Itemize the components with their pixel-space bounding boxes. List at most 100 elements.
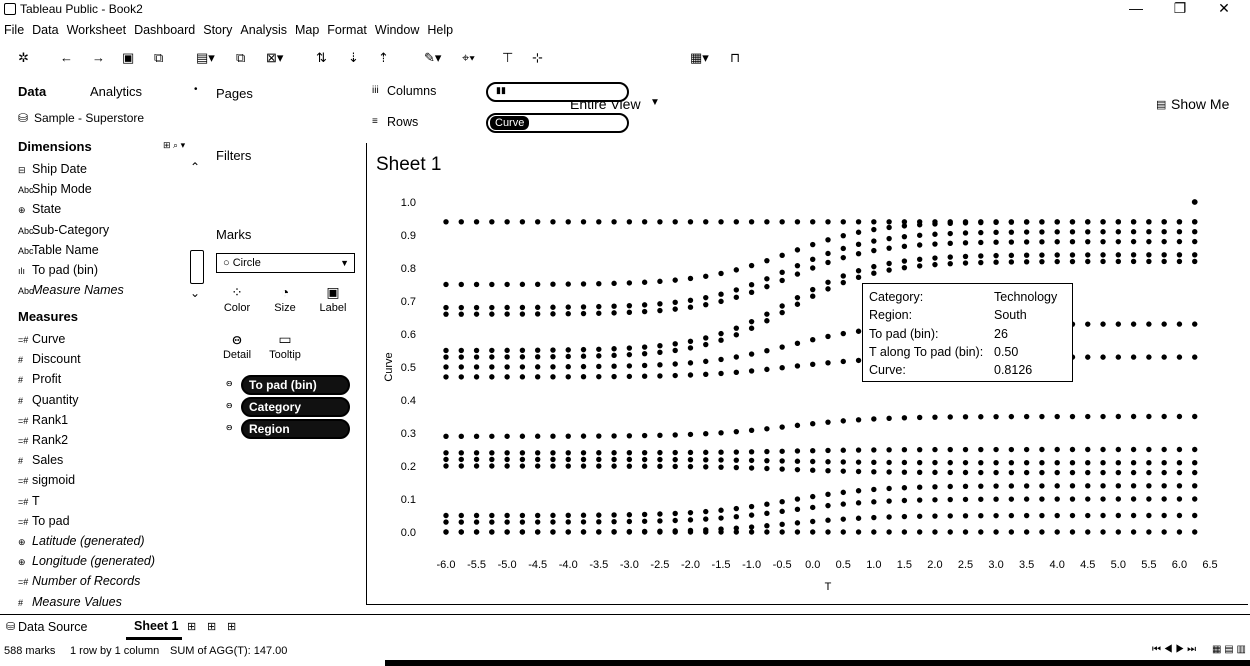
- scatter-point: [626, 351, 633, 358]
- field-profit[interactable]: # Profit: [18, 370, 61, 388]
- scatter-chart[interactable]: 0.0 0.1 0.2 0.3 0.4 0.5 0.6 0.7 0.8 0.9 1.0 -6.0 -5.…: [366, 180, 1246, 600]
- menu-analysis[interactable]: Analysis: [236, 22, 291, 40]
- field-rank2[interactable]: =# Rank2: [18, 431, 68, 449]
- scatter-point: [794, 458, 801, 464]
- chevron-down-icon[interactable]: ⌄: [190, 286, 200, 300]
- color-button[interactable]: ⁘ Color: [217, 284, 257, 314]
- clear-sheet-icon[interactable]: ⊠▾: [266, 50, 283, 66]
- columns-pill[interactable]: ▮▮: [486, 82, 629, 102]
- field-rank1[interactable]: =# Rank1: [18, 411, 68, 429]
- restore-button[interactable]: ❐: [1162, 0, 1198, 18]
- menu-help[interactable]: Help: [423, 22, 457, 40]
- scatter-point: [550, 353, 556, 360]
- scatter-point: [565, 304, 571, 310]
- detail-button[interactable]: ꙫ Detail: [217, 331, 257, 361]
- rows-pill[interactable]: Curve: [486, 113, 629, 133]
- field-discount[interactable]: # Discount: [18, 350, 81, 368]
- minimize-button[interactable]: —: [1118, 0, 1154, 18]
- field-ship-date[interactable]: ⊟ Ship Date: [18, 160, 87, 178]
- field-sales[interactable]: # Sales: [18, 451, 63, 469]
- sheet-navigation-icon[interactable]: ⏮ ◀ ▶ ⏭: [1152, 644, 1196, 655]
- scatter-point: [611, 363, 617, 369]
- duplicate-icon[interactable]: ⧉: [236, 50, 245, 66]
- tab-data-source[interactable]: Data Source: [18, 620, 87, 634]
- pane-menu-icon[interactable]: •: [194, 84, 198, 95]
- scatter-point: [855, 274, 862, 281]
- sort-desc-icon[interactable]: ⇡: [378, 50, 389, 66]
- scatter-point: [473, 354, 480, 360]
- new-worksheet-icon[interactable]: ⊞: [187, 620, 196, 633]
- sort-asc-icon[interactable]: ⇣: [348, 50, 359, 66]
- field-quantity[interactable]: # Quantity: [18, 391, 79, 409]
- new-datasource-icon[interactable]: ⧉: [154, 50, 163, 66]
- scatter-point: [871, 486, 877, 493]
- marks-pill-region[interactable]: Region: [241, 419, 350, 439]
- menu-dashboard[interactable]: Dashboard: [130, 22, 199, 40]
- scatter-point: [580, 363, 587, 370]
- label-button[interactable]: ▣ Label: [313, 284, 353, 314]
- scatter-point: [825, 360, 831, 366]
- scatter-point: [703, 529, 709, 535]
- mark-type-dropdown[interactable]: ○ Circle ▼: [216, 253, 355, 273]
- field-ship-mode[interactable]: AbcShip Mode: [18, 180, 92, 198]
- scrollbar-thumb[interactable]: [190, 250, 204, 284]
- tab-analytics[interactable]: Analytics: [90, 84, 142, 99]
- group-icon[interactable]: ⌖▾: [462, 50, 475, 66]
- redo-icon[interactable]: →: [92, 50, 105, 66]
- menu-map[interactable]: Map: [291, 22, 323, 40]
- scatter-point: [550, 281, 556, 287]
- field-to-pad-bin[interactable]: ılı To pad (bin): [18, 261, 98, 279]
- undo-icon[interactable]: ←: [60, 50, 73, 66]
- size-button[interactable]: ◔ Size: [265, 284, 305, 314]
- x-tick-label: -2.0: [681, 559, 700, 571]
- save-icon[interactable]: ▣: [122, 50, 134, 66]
- marks-pill-category[interactable]: Category: [241, 397, 350, 417]
- menu-format[interactable]: Format: [323, 22, 371, 40]
- field-latitude-generated[interactable]: ⊕ Latitude (generated): [18, 532, 145, 550]
- tab-sheet-1[interactable]: Sheet 1: [134, 619, 178, 633]
- scatter-point: [1161, 459, 1167, 466]
- menu-data[interactable]: Data: [28, 22, 62, 40]
- scatter-point: [1192, 413, 1198, 420]
- field-to-pad[interactable]: =# To pad: [18, 512, 70, 530]
- field-table-name[interactable]: AbcTable Name: [18, 241, 99, 259]
- presentation-icon[interactable]: ⊓: [730, 50, 740, 66]
- view-toggle-icon[interactable]: ▦ ▤ ▥: [1212, 644, 1246, 655]
- dimensions-tools-icon[interactable]: ⊞ ⌕ ▾: [163, 140, 185, 151]
- chevron-up-icon[interactable]: ⌃: [190, 160, 200, 174]
- field-sigmoid[interactable]: =# sigmoid: [18, 471, 75, 489]
- tooltip-button[interactable]: ▭ Tooltip: [265, 331, 305, 361]
- field-measure-names[interactable]: AbcMeasure Names: [18, 281, 124, 299]
- new-worksheet-icon[interactable]: ▤▾: [196, 50, 215, 66]
- show-cards-icon[interactable]: ▦▾: [690, 50, 709, 66]
- close-button[interactable]: ✕: [1206, 0, 1242, 18]
- highlight-icon[interactable]: ✎▾: [424, 50, 441, 66]
- new-dashboard-icon[interactable]: ⊞: [207, 620, 216, 633]
- field-measure-values[interactable]: # Measure Values: [18, 593, 122, 611]
- show-me-button[interactable]: Show Me: [1171, 96, 1229, 112]
- field-number-of-records[interactable]: =# Number of Records: [18, 572, 140, 590]
- datasource-name[interactable]: Sample - Superstore: [34, 111, 144, 125]
- labels-icon[interactable]: ⊤: [502, 50, 513, 66]
- chevron-down-icon: ▼: [340, 258, 349, 268]
- field-longitude-generated[interactable]: ⊕ Longitude (generated): [18, 552, 155, 570]
- marks-pill-to-pad-bin[interactable]: To pad (bin): [241, 375, 350, 395]
- chevron-down-icon[interactable]: ▼: [650, 97, 660, 108]
- field-t[interactable]: =# T: [18, 492, 40, 510]
- menu-story[interactable]: Story: [199, 22, 236, 40]
- new-story-icon[interactable]: ⊞: [227, 620, 236, 633]
- tableau-logo-icon[interactable]: ✲: [18, 50, 29, 66]
- field-curve[interactable]: =# Curve: [18, 330, 65, 348]
- scatter-point: [703, 464, 709, 470]
- menu-worksheet[interactable]: Worksheet: [63, 22, 131, 40]
- show-me-icon[interactable]: ▤: [1156, 98, 1166, 111]
- menu-window[interactable]: Window: [371, 22, 423, 40]
- scatter-point: [1008, 219, 1015, 225]
- field-sub-category[interactable]: AbcSub-Category: [18, 221, 109, 239]
- scatter-point: [550, 311, 556, 317]
- fix-axes-icon[interactable]: ⊹: [532, 50, 543, 66]
- field-state[interactable]: ⊕ State: [18, 200, 61, 218]
- swap-icon[interactable]: ⇅: [316, 50, 327, 66]
- tab-data[interactable]: Data: [18, 84, 46, 99]
- menu-file[interactable]: File: [0, 22, 28, 40]
